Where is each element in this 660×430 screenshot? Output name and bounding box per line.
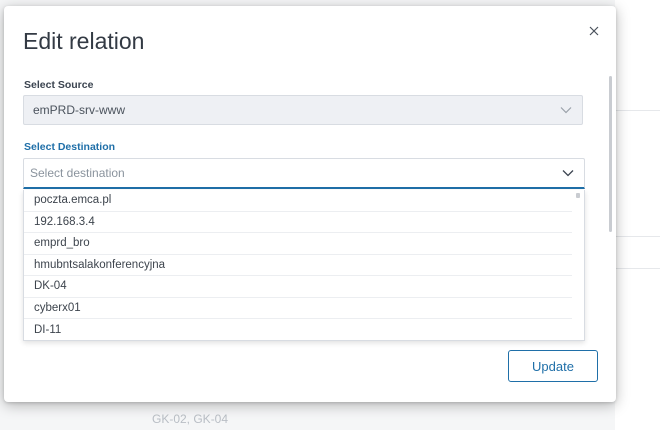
- dropdown-option[interactable]: poczta.emca.pl: [24, 190, 572, 212]
- background-divider: [615, 236, 660, 237]
- dropdown-option[interactable]: cyberx01: [24, 298, 572, 319]
- background-divider: [615, 268, 660, 269]
- destination-placeholder: Select destination: [30, 166, 125, 180]
- dropdown-option[interactable]: hmubntsalakonferencyjna: [24, 255, 572, 276]
- dropdown-option[interactable]: emprd_bro: [24, 233, 572, 255]
- edit-relation-modal: Edit relation Select Source emPRD-srv-ww…: [4, 6, 616, 402]
- source-label: Select Source: [24, 79, 94, 91]
- modal-title: Edit relation: [23, 28, 145, 54]
- source-select-value: emPRD-srv-www: [33, 103, 125, 117]
- dropdown-option[interactable]: DI-11: [24, 319, 572, 340]
- modal-scrollbar[interactable]: [609, 76, 612, 232]
- dropdown-option[interactable]: DK-04: [24, 276, 572, 298]
- chevron-down-icon: [562, 170, 574, 177]
- source-select[interactable]: emPRD-srv-www: [23, 95, 583, 125]
- background-text: GK-02, GK-04: [152, 412, 229, 426]
- update-button[interactable]: Update: [508, 350, 598, 382]
- background-divider: [615, 110, 660, 111]
- close-icon[interactable]: [589, 26, 599, 36]
- destination-label: Select Destination: [24, 141, 116, 153]
- dropdown-scrollbar[interactable]: [576, 193, 580, 198]
- chevron-down-icon: [560, 107, 572, 114]
- background-panel: [615, 0, 660, 430]
- destination-dropdown[interactable]: poczta.emca.pl 192.168.3.4 emprd_bro hmu…: [23, 190, 585, 341]
- destination-select[interactable]: Select destination: [23, 158, 585, 189]
- close-button[interactable]: [582, 20, 606, 42]
- dropdown-option[interactable]: 192.168.3.4: [24, 212, 572, 233]
